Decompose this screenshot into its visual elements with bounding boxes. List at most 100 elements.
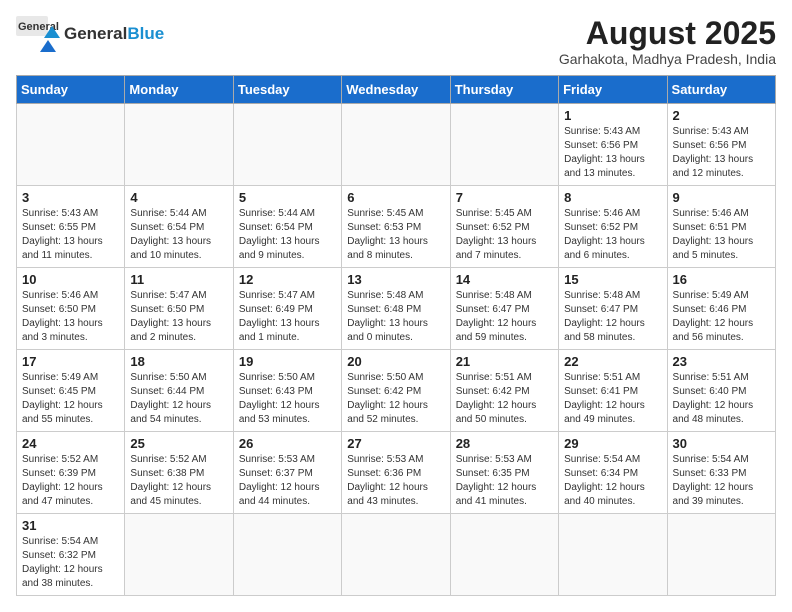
day-number-8: 8 — [564, 190, 661, 205]
day-number-17: 17 — [22, 354, 119, 369]
week-row-4: 24Sunrise: 5:52 AM Sunset: 6:39 PM Dayli… — [17, 432, 776, 514]
day-cell-w3-d1: 18Sunrise: 5:50 AM Sunset: 6:44 PM Dayli… — [125, 350, 233, 432]
day-cell-w2-d1: 11 Sunrise: 5:47 AM Sunset: 6:50 PM Dayli… — [125, 268, 233, 350]
day-info-1: Sunrise: 5:43 AM Sunset: 6:56 PM Dayligh… — [564, 125, 661, 181]
day-info-26: Sunrise: 5:53 AM Sunset: 6:37 PM Dayligh… — [239, 453, 336, 509]
calendar-table: Sunday Monday Tuesday Wednesday Thursday… — [16, 75, 776, 596]
title-area: August 2025 Garhakota, Madhya Pradesh, I… — [559, 16, 776, 67]
day-number-27: 27 — [347, 436, 444, 451]
day-number-16: 16 — [673, 272, 770, 287]
day-info-6: Sunrise: 5:45 AM Sunset: 6:53 PM Dayligh… — [347, 207, 444, 263]
day-cell-w0-d6: 2 Sunrise: 5:43 AM Sunset: 6:56 PM Daylig… — [667, 104, 775, 186]
day-info-28: Sunrise: 5:53 AM Sunset: 6:35 PM Dayligh… — [456, 453, 553, 509]
day-cell-w5-d0: 31Sunrise: 5:54 AM Sunset: 6:32 PM Dayli… — [17, 514, 125, 596]
header-friday: Friday — [559, 76, 667, 104]
day-cell-w2-d6: 16 Sunrise: 5:49 AM Sunset: 6:46 PM Dayli… — [667, 268, 775, 350]
day-number-23: 23 — [673, 354, 770, 369]
day-number-13: 13 — [347, 272, 444, 287]
day-info-29: Sunrise: 5:54 AM Sunset: 6:34 PM Dayligh… — [564, 453, 661, 509]
day-number-25: 25 — [130, 436, 227, 451]
day-info-21: Sunrise: 5:51 AM Sunset: 6:42 PM Dayligh… — [456, 371, 553, 427]
logo-general-text: General — [64, 24, 127, 43]
day-cell-w0-d1 — [125, 104, 233, 186]
day-info-16: Sunrise: 5:49 AM Sunset: 6:46 PM Dayligh… — [673, 289, 770, 345]
day-number-29: 29 — [564, 436, 661, 451]
day-cell-w2-d4: 14Sunrise: 5:48 AM Sunset: 6:47 PM Dayli… — [450, 268, 558, 350]
day-cell-w2-d3: 13Sunrise: 5:48 AM Sunset: 6:48 PM Dayli… — [342, 268, 450, 350]
day-number-12: 12 — [239, 272, 336, 287]
day-number-5: 5 — [239, 190, 336, 205]
header-tuesday: Tuesday — [233, 76, 341, 104]
day-cell-w1-d2: 5 Sunrise: 5:44 AM Sunset: 6:54 PM Daylig… — [233, 186, 341, 268]
day-cell-w5-d3 — [342, 514, 450, 596]
day-info-31: Sunrise: 5:54 AM Sunset: 6:32 PM Dayligh… — [22, 535, 119, 591]
day-number-9: 9 — [673, 190, 770, 205]
day-info-2: Sunrise: 5:43 AM Sunset: 6:56 PM Dayligh… — [673, 125, 770, 181]
day-number-11: 11 — [130, 272, 227, 287]
header-sunday: Sunday — [17, 76, 125, 104]
day-cell-w5-d2 — [233, 514, 341, 596]
day-cell-w3-d4: 21 Sunrise: 5:51 AM Sunset: 6:42 PM Dayli… — [450, 350, 558, 432]
day-number-20: 20 — [347, 354, 444, 369]
day-info-30: Sunrise: 5:54 AM Sunset: 6:33 PM Dayligh… — [673, 453, 770, 509]
day-info-23: Sunrise: 5:51 AM Sunset: 6:40 PM Dayligh… — [673, 371, 770, 427]
week-row-0: 1 Sunrise: 5:43 AM Sunset: 6:56 PM Daylig… — [17, 104, 776, 186]
day-cell-w5-d6 — [667, 514, 775, 596]
day-info-15: Sunrise: 5:48 AM Sunset: 6:47 PM Dayligh… — [564, 289, 661, 345]
day-number-22: 22 — [564, 354, 661, 369]
day-number-26: 26 — [239, 436, 336, 451]
header-saturday: Saturday — [667, 76, 775, 104]
day-cell-w2-d0: 10 Sunrise: 5:46 AM Sunset: 6:50 PM Dayli… — [17, 268, 125, 350]
day-info-7: Sunrise: 5:45 AM Sunset: 6:52 PM Dayligh… — [456, 207, 553, 263]
day-cell-w1-d1: 4Sunrise: 5:44 AM Sunset: 6:54 PM Daylig… — [125, 186, 233, 268]
week-row-3: 17 Sunrise: 5:49 AM Sunset: 6:45 PM Dayli… — [17, 350, 776, 432]
day-info-8: Sunrise: 5:46 AM Sunset: 6:52 PM Dayligh… — [564, 207, 661, 263]
day-cell-w3-d5: 22 Sunrise: 5:51 AM Sunset: 6:41 PM Dayli… — [559, 350, 667, 432]
day-cell-w4-d6: 30Sunrise: 5:54 AM Sunset: 6:33 PM Dayli… — [667, 432, 775, 514]
day-cell-w1-d6: 9 Sunrise: 5:46 AM Sunset: 6:51 PM Daylig… — [667, 186, 775, 268]
day-cell-w3-d2: 19Sunrise: 5:50 AM Sunset: 6:43 PM Dayli… — [233, 350, 341, 432]
day-info-22: Sunrise: 5:51 AM Sunset: 6:41 PM Dayligh… — [564, 371, 661, 427]
day-info-17: Sunrise: 5:49 AM Sunset: 6:45 PM Dayligh… — [22, 371, 119, 427]
day-number-1: 1 — [564, 108, 661, 123]
day-info-18: Sunrise: 5:50 AM Sunset: 6:44 PM Dayligh… — [130, 371, 227, 427]
day-info-11: Sunrise: 5:47 AM Sunset: 6:50 PM Dayligh… — [130, 289, 227, 345]
week-row-5: 31Sunrise: 5:54 AM Sunset: 6:32 PM Dayli… — [17, 514, 776, 596]
header-thursday: Thursday — [450, 76, 558, 104]
day-cell-w2-d5: 15 Sunrise: 5:48 AM Sunset: 6:47 PM Dayli… — [559, 268, 667, 350]
day-cell-w5-d1 — [125, 514, 233, 596]
day-cell-w5-d4 — [450, 514, 558, 596]
day-cell-w1-d3: 6 Sunrise: 5:45 AM Sunset: 6:53 PM Daylig… — [342, 186, 450, 268]
day-cell-w1-d5: 8 Sunrise: 5:46 AM Sunset: 6:52 PM Daylig… — [559, 186, 667, 268]
header-wednesday: Wednesday — [342, 76, 450, 104]
day-cell-w0-d0 — [17, 104, 125, 186]
day-number-6: 6 — [347, 190, 444, 205]
day-info-12: Sunrise: 5:47 AM Sunset: 6:49 PM Dayligh… — [239, 289, 336, 345]
page-header: General GeneralBlue August 2025 Garhakot… — [16, 16, 776, 67]
week-row-1: 3Sunrise: 5:43 AM Sunset: 6:55 PM Daylig… — [17, 186, 776, 268]
day-info-10: Sunrise: 5:46 AM Sunset: 6:50 PM Dayligh… — [22, 289, 119, 345]
day-number-4: 4 — [130, 190, 227, 205]
logo: General GeneralBlue — [16, 16, 164, 52]
week-row-2: 10 Sunrise: 5:46 AM Sunset: 6:50 PM Dayli… — [17, 268, 776, 350]
day-cell-w0-d5: 1 Sunrise: 5:43 AM Sunset: 6:56 PM Daylig… — [559, 104, 667, 186]
day-number-15: 15 — [564, 272, 661, 287]
day-info-9: Sunrise: 5:46 AM Sunset: 6:51 PM Dayligh… — [673, 207, 770, 263]
logo-svg: General — [16, 16, 60, 52]
day-info-3: Sunrise: 5:43 AM Sunset: 6:55 PM Dayligh… — [22, 207, 119, 263]
day-info-14: Sunrise: 5:48 AM Sunset: 6:47 PM Dayligh… — [456, 289, 553, 345]
day-number-2: 2 — [673, 108, 770, 123]
day-cell-w5-d5 — [559, 514, 667, 596]
month-year-title: August 2025 — [559, 16, 776, 51]
day-cell-w2-d2: 12 Sunrise: 5:47 AM Sunset: 6:49 PM Dayli… — [233, 268, 341, 350]
day-info-20: Sunrise: 5:50 AM Sunset: 6:42 PM Dayligh… — [347, 371, 444, 427]
day-cell-w4-d3: 27 Sunrise: 5:53 AM Sunset: 6:36 PM Dayli… — [342, 432, 450, 514]
day-info-5: Sunrise: 5:44 AM Sunset: 6:54 PM Dayligh… — [239, 207, 336, 263]
day-cell-w3-d3: 20 Sunrise: 5:50 AM Sunset: 6:42 PM Dayli… — [342, 350, 450, 432]
day-number-10: 10 — [22, 272, 119, 287]
day-cell-w4-d0: 24Sunrise: 5:52 AM Sunset: 6:39 PM Dayli… — [17, 432, 125, 514]
day-info-25: Sunrise: 5:52 AM Sunset: 6:38 PM Dayligh… — [130, 453, 227, 509]
day-number-21: 21 — [456, 354, 553, 369]
day-info-27: Sunrise: 5:53 AM Sunset: 6:36 PM Dayligh… — [347, 453, 444, 509]
day-cell-w0-d3 — [342, 104, 450, 186]
